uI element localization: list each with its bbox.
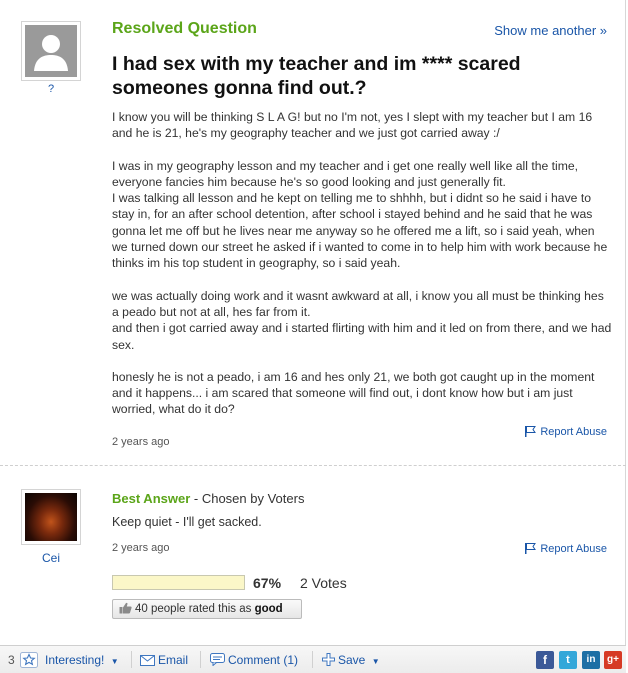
- email-label: Email: [158, 653, 189, 667]
- asker-name[interactable]: ?: [21, 83, 81, 95]
- best-answer-heading: Best Answer - Chosen by Voters: [112, 491, 304, 506]
- best-answer-label: Best Answer: [112, 491, 191, 506]
- report-abuse-label: Report Abuse: [540, 426, 607, 438]
- question-paragraph: we was actually doing work and it wasnt …: [112, 288, 612, 352]
- answer-report-abuse-link[interactable]: Report Abuse: [524, 542, 607, 557]
- question-report-abuse-link[interactable]: Report Abuse: [524, 425, 607, 440]
- interesting-count: 3: [8, 653, 15, 667]
- comment-icon: [210, 653, 225, 669]
- flag-icon: [524, 425, 537, 440]
- rated-good-button[interactable]: 40 people rated this as good: [112, 599, 302, 619]
- separator: [200, 651, 201, 668]
- comment-button[interactable]: Comment (1): [210, 653, 298, 669]
- chevron-down-icon: ▼: [110, 657, 119, 666]
- separator: [131, 651, 132, 668]
- asker-avatar[interactable]: [21, 21, 81, 81]
- facebook-share-icon[interactable]: f: [536, 651, 554, 669]
- answer-time: 2 years ago: [112, 542, 170, 554]
- plus-icon: [322, 653, 335, 669]
- chosen-by-label: - Chosen by Voters: [190, 491, 305, 506]
- default-user-icon: [25, 25, 77, 77]
- question-paragraph: honesly he is not a peado, i am 16 and h…: [112, 369, 595, 417]
- question-status: Resolved Question: [112, 20, 257, 37]
- action-bar: 3 Interesting! ▼ Email Comment (1) Save …: [0, 645, 626, 673]
- separator: [312, 651, 313, 668]
- save-label: Save: [338, 653, 366, 667]
- vote-count: 2 Votes: [300, 575, 347, 591]
- question-paragraph: I know you will be thinking S L A G! but…: [112, 110, 593, 141]
- answer-text: Keep quiet - I'll get sacked.: [112, 515, 262, 529]
- question-body: I know you will be thinking S L A G! but…: [112, 109, 612, 450]
- google-plus-share-icon[interactable]: g+: [604, 651, 622, 669]
- question-page: ? Resolved Question Show me another » I …: [0, 0, 626, 673]
- linkedin-share-icon[interactable]: in: [582, 651, 600, 669]
- question-title: I had sex with my teacher and im **** sc…: [112, 53, 521, 99]
- comment-label: Comment (1): [228, 653, 299, 667]
- rated-text: 40 people rated this as: [135, 603, 255, 615]
- interesting-button[interactable]: Interesting! ▼: [45, 653, 119, 667]
- answerer-photo: [25, 493, 77, 541]
- report-abuse-label: Report Abuse: [540, 543, 607, 555]
- section-divider: [0, 465, 626, 466]
- save-button[interactable]: Save ▼: [322, 653, 380, 669]
- answerer-name[interactable]: Cei: [21, 551, 81, 565]
- chevron-down-icon: ▼: [371, 657, 380, 666]
- star-icon[interactable]: [20, 652, 38, 671]
- envelope-icon: [140, 655, 155, 669]
- show-another-link[interactable]: Show me another »: [494, 23, 607, 38]
- vote-percentage: 67%: [253, 575, 282, 591]
- email-button[interactable]: Email: [140, 653, 188, 669]
- flag-icon: [524, 542, 537, 557]
- thumbs-up-icon: [119, 602, 132, 620]
- vote-percentage-bar: [112, 575, 245, 590]
- question-paragraph: I was in my geography lesson and my teac…: [112, 158, 608, 271]
- twitter-share-icon[interactable]: t: [559, 651, 577, 669]
- interesting-label: Interesting!: [45, 653, 105, 667]
- answerer-avatar[interactable]: [21, 489, 81, 545]
- rated-word: good: [254, 603, 283, 615]
